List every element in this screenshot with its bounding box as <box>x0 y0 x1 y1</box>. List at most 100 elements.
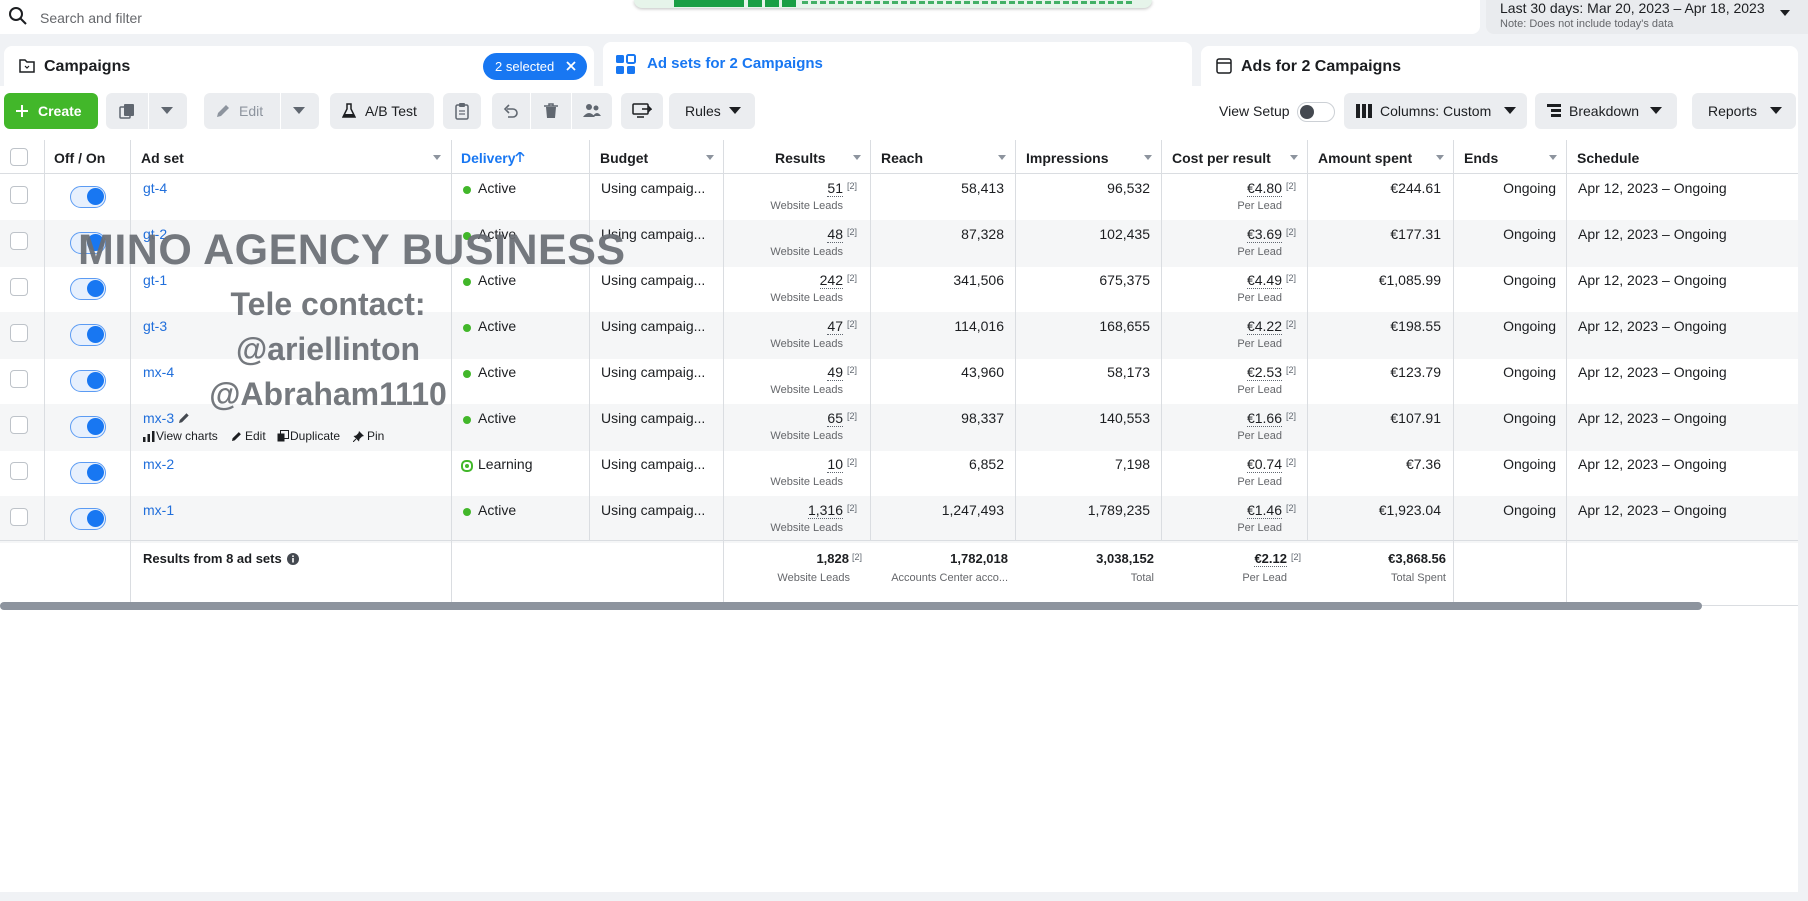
column-header-amount-spent[interactable]: Amount spent <box>1308 140 1453 174</box>
ends-value: Ongoing <box>1503 502 1556 518</box>
horizontal-scrollbar[interactable] <box>0 600 1798 610</box>
sort-caret-icon[interactable] <box>432 152 442 162</box>
selected-chip[interactable]: 2 selected <box>483 53 587 80</box>
ends-value: Ongoing <box>1503 364 1556 380</box>
scrollbar-thumb[interactable] <box>0 602 1702 610</box>
cpr-number: €2.53 <box>1246 364 1282 381</box>
ad-set-name-link[interactable]: mx-2 <box>143 456 174 472</box>
row-checkbox[interactable] <box>10 186 28 204</box>
date-range-note: Note: Does not include today's data <box>1500 18 1674 30</box>
breakdown-button[interactable]: Breakdown <box>1535 93 1677 129</box>
promo-banner[interactable] <box>634 0 1152 8</box>
clipboard-button[interactable] <box>443 93 481 129</box>
column-header-budget[interactable]: Budget <box>590 140 723 174</box>
results-sub: Website Leads <box>770 338 843 350</box>
row-checkbox[interactable] <box>10 416 28 434</box>
toggle-knob <box>87 372 104 389</box>
column-divider <box>1161 140 1162 540</box>
row-toggle[interactable] <box>70 370 106 392</box>
row-toggle[interactable] <box>70 278 106 300</box>
tab-campaigns[interactable]: Campaigns 2 selected <box>4 46 594 86</box>
arrow-up-icon[interactable] <box>515 152 525 162</box>
reports-button[interactable]: Reports <box>1692 93 1796 129</box>
create-button[interactable]: Create <box>4 93 98 129</box>
tab-ad-sets[interactable]: Ad sets for 2 Campaigns <box>603 42 1192 90</box>
column-header-impressions[interactable]: Impressions <box>1016 140 1161 174</box>
audience-button[interactable] <box>572 93 612 129</box>
search-input[interactable] <box>38 6 642 30</box>
tab-label: Ad sets for 2 Campaigns <box>647 55 823 72</box>
row-toggle[interactable] <box>70 416 106 438</box>
results-sub: Website Leads <box>770 246 843 258</box>
sort-caret-icon[interactable] <box>1435 152 1445 162</box>
row-checkbox[interactable] <box>10 232 28 250</box>
sort-caret-icon[interactable] <box>705 152 715 162</box>
column-header-ad-set[interactable]: Ad set <box>131 140 451 174</box>
column-header-toggle[interactable]: Off / On <box>44 140 130 174</box>
column-header-schedule[interactable]: Schedule <box>1567 140 1797 174</box>
reports-label: Reports <box>1708 103 1758 119</box>
status-learning-dot <box>461 460 473 472</box>
ad-set-name-link[interactable]: mx-4 <box>143 364 174 380</box>
edit-button[interactable]: Edit <box>204 93 280 129</box>
toggle-knob <box>87 510 104 527</box>
preview-button[interactable] <box>621 93 663 129</box>
columns-button[interactable]: Columns: Custom <box>1344 93 1527 129</box>
table-row[interactable]: gt-4 Active Using campaig... 51 [2] Website L… <box>0 174 1798 221</box>
chevron-down-icon[interactable] <box>1778 6 1792 20</box>
date-range-picker[interactable]: Last 30 days: Mar 20, 2023 – Apr 18, 202… <box>1486 0 1808 34</box>
tab-ads[interactable]: Ads for 2 Campaigns <box>1201 46 1798 86</box>
promo-icon[interactable] <box>748 0 762 7</box>
pin-link[interactable]: Pin <box>367 429 384 443</box>
column-divider <box>1015 140 1016 540</box>
ad-set-name-link[interactable]: gt-3 <box>143 318 167 334</box>
pencil-icon[interactable] <box>178 412 190 424</box>
duplicate-button[interactable] <box>106 93 148 129</box>
column-header-cost-per-result[interactable]: Cost per result <box>1162 140 1307 174</box>
ad-set-name-link[interactable]: mx-1 <box>143 502 174 518</box>
close-icon[interactable] <box>565 60 577 72</box>
duplicate-dropdown[interactable] <box>149 93 187 129</box>
row-toggle[interactable] <box>70 508 106 530</box>
table-row[interactable]: mx-1 Active Using campaig... 1,316 [2] Websit… <box>0 496 1798 543</box>
view-charts-link[interactable]: View charts <box>156 429 218 443</box>
promo-button[interactable] <box>674 0 744 7</box>
row-checkbox[interactable] <box>10 324 28 342</box>
edit-link[interactable]: Edit <box>245 429 266 443</box>
column-header-label: Reach <box>881 150 924 166</box>
column-header-ends[interactable]: Ends <box>1454 140 1566 174</box>
row-checkbox[interactable] <box>10 508 28 526</box>
info-icon[interactable] <box>287 553 299 565</box>
sort-caret-icon[interactable] <box>997 152 1007 162</box>
sort-caret-icon[interactable] <box>1143 152 1153 162</box>
column-divider <box>44 140 45 540</box>
impressions-value: 1,789,235 <box>1087 502 1150 518</box>
ad-set-name-link[interactable]: gt-4 <box>143 180 167 196</box>
column-header-results[interactable]: Results <box>724 140 870 174</box>
ab-test-button[interactable]: A/B Test <box>330 93 434 129</box>
view-setup-toggle[interactable] <box>1297 102 1335 122</box>
table-row[interactable]: mx-2 Learning Using campaig... 10 [2] Website… <box>0 450 1798 497</box>
sort-caret-icon[interactable] <box>852 152 862 162</box>
results-ref: [2] <box>847 319 858 329</box>
row-checkbox[interactable] <box>10 462 28 480</box>
undo-button[interactable] <box>492 93 530 129</box>
column-header-reach[interactable]: Reach <box>871 140 1015 174</box>
row-toggle[interactable] <box>70 462 106 484</box>
column-header-delivery[interactable]: Delivery <box>451 140 589 174</box>
promo-icon[interactable] <box>765 0 779 7</box>
row-toggle[interactable] <box>70 324 106 346</box>
promo-icon[interactable] <box>782 0 796 7</box>
sort-caret-icon[interactable] <box>1548 152 1558 162</box>
row-toggle[interactable] <box>70 186 106 208</box>
select-all-checkbox[interactable] <box>10 148 28 166</box>
edit-dropdown[interactable] <box>281 93 319 129</box>
rules-button[interactable]: Rules <box>669 93 755 129</box>
row-checkbox[interactable] <box>10 278 28 296</box>
sort-caret-icon[interactable] <box>1289 152 1299 162</box>
duplicate-link[interactable]: Duplicate <box>290 429 340 443</box>
ad-set-name-link[interactable]: mx-3 <box>143 410 174 426</box>
watermark-handle: @Abraham1110 <box>209 376 447 412</box>
delete-button[interactable] <box>531 93 571 129</box>
row-checkbox[interactable] <box>10 370 28 388</box>
